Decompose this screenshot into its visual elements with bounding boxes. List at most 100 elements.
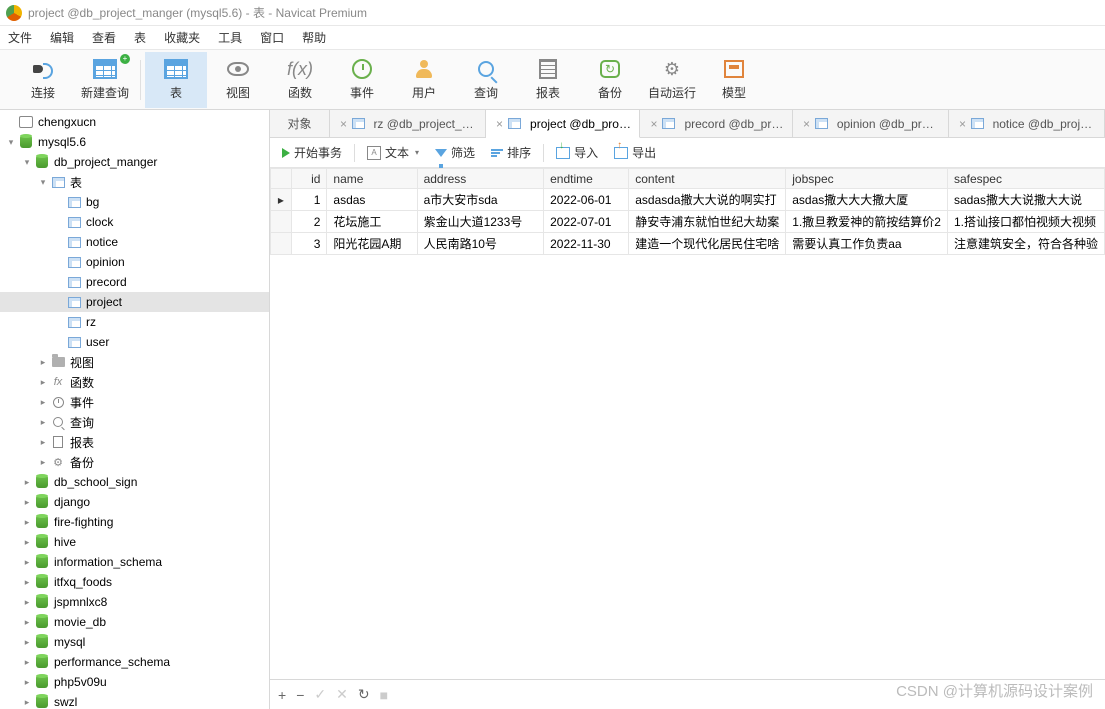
twisty-icon: ▾ xyxy=(4,137,18,148)
menu-help[interactable]: 帮助 xyxy=(302,29,326,46)
database-fire-fighting[interactable]: ▸fire-fighting xyxy=(0,512,269,532)
table-notice[interactable]: notice xyxy=(0,232,269,252)
col-name[interactable]: name xyxy=(327,169,417,189)
close-icon[interactable]: × xyxy=(803,117,810,131)
backup-icon xyxy=(597,58,623,80)
tab-4[interactable]: ×notice @db_project... xyxy=(949,110,1105,137)
table-opinion[interactable]: opinion xyxy=(0,252,269,272)
tool-search[interactable]: 查询 xyxy=(455,52,517,108)
close-icon[interactable]: × xyxy=(496,117,503,131)
close-icon[interactable]: × xyxy=(959,117,966,131)
delete-row-button[interactable]: − xyxy=(296,687,304,703)
cancel-button[interactable]: ✕ xyxy=(336,686,348,703)
text-icon: A xyxy=(367,146,381,160)
col-endtime[interactable]: endtime xyxy=(544,169,629,189)
tbl-plus-icon: + xyxy=(92,58,118,80)
database-performance_schema[interactable]: ▸performance_schema xyxy=(0,652,269,672)
table-clock[interactable]: clock xyxy=(0,212,269,232)
apply-button[interactable]: ✓ xyxy=(314,686,326,703)
person-icon xyxy=(411,58,437,80)
menu-window[interactable]: 窗口 xyxy=(260,29,284,46)
tool-plug[interactable]: 连接 xyxy=(12,52,74,108)
tool-eye[interactable]: 视图 xyxy=(207,52,269,108)
twisty-icon: ▸ xyxy=(20,677,34,688)
window-title: project @db_project_manger (mysql5.6) - … xyxy=(28,4,367,21)
menu-file[interactable]: 文件 xyxy=(8,29,32,46)
col-jobspec[interactable]: jobspec xyxy=(786,169,948,189)
fx-icon: f(x) xyxy=(287,58,313,80)
database-php5v09u[interactable]: ▸php5v09u xyxy=(0,672,269,692)
server-node[interactable]: ▾mysql5.6 xyxy=(0,132,269,152)
table-row[interactable]: 3阳光花园A期人民南路10号2022-11-30建造一个现代化居民住宅啥需要认真… xyxy=(271,233,1105,255)
filter-button[interactable]: 筛选 xyxy=(431,142,479,163)
database-db_school_sign[interactable]: ▸db_school_sign xyxy=(0,472,269,492)
table-bg[interactable]: bg xyxy=(0,192,269,212)
export-button[interactable]: 导出 xyxy=(610,142,660,163)
begin-transaction-button[interactable]: 开始事务 xyxy=(278,142,346,163)
funnel-icon xyxy=(435,149,447,157)
group-folder[interactable]: ▸视图 xyxy=(0,352,269,372)
col-safespec[interactable]: safespec xyxy=(947,169,1104,189)
menu-tools[interactable]: 工具 xyxy=(218,29,242,46)
menu-table[interactable]: 表 xyxy=(134,29,146,46)
tool-report[interactable]: 报表 xyxy=(517,52,579,108)
data-grid[interactable]: idnameaddressendtimecontentjobspecsafesp… xyxy=(270,168,1105,679)
tool-model[interactable]: 模型 xyxy=(703,52,765,108)
menu-edit[interactable]: 编辑 xyxy=(50,29,74,46)
add-row-button[interactable]: + xyxy=(278,687,286,703)
close-icon[interactable]: × xyxy=(340,117,347,131)
group-clock[interactable]: ▸事件 xyxy=(0,392,269,412)
tool-clock[interactable]: 事件 xyxy=(331,52,393,108)
col-id[interactable]: id xyxy=(291,169,327,189)
table-project[interactable]: project xyxy=(0,292,269,312)
stop-button[interactable]: ■ xyxy=(380,687,388,703)
table-row[interactable]: ▸1asdasa市大安市sda2022-06-01asdasda撒大大说的啊实打… xyxy=(271,189,1105,211)
tool-fx[interactable]: f(x)函数 xyxy=(269,52,331,108)
table-user[interactable]: user xyxy=(0,332,269,352)
table-precord[interactable]: precord xyxy=(0,272,269,292)
menu-view[interactable]: 查看 xyxy=(92,29,116,46)
database-movie_db[interactable]: ▸movie_db xyxy=(0,612,269,632)
group-fx[interactable]: ▸fx函数 xyxy=(0,372,269,392)
tab-objects[interactable]: 对象 xyxy=(270,110,330,137)
database-swzl[interactable]: ▸swzl xyxy=(0,692,269,709)
twisty-icon: ▸ xyxy=(20,557,34,568)
group-gear[interactable]: ▸⚙备份 xyxy=(0,452,269,472)
tool-auto[interactable]: ⚙自动运行 xyxy=(641,52,703,108)
twisty-icon: ▾ xyxy=(36,177,50,188)
refresh-button[interactable]: ↻ xyxy=(358,686,370,703)
connection-node[interactable]: chengxucn xyxy=(0,112,269,132)
database-itfxq_foods[interactable]: ▸itfxq_foods xyxy=(0,572,269,592)
tab-0[interactable]: ×rz @db_project_ma... xyxy=(330,110,486,137)
tool-tbl-plus[interactable]: +新建查询 xyxy=(74,52,136,108)
plug-icon xyxy=(30,58,56,80)
tables-group[interactable]: ▾表 xyxy=(0,172,269,192)
tab-1[interactable]: ×project @db_proje... xyxy=(486,110,640,138)
twisty-icon: ▸ xyxy=(20,517,34,528)
col-content[interactable]: content xyxy=(629,169,786,189)
table-row[interactable]: 2花坛施工紫金山大道1233号2022-07-01静安寺浦东就怕世纪大劫案1.撒… xyxy=(271,211,1105,233)
tool-person[interactable]: 用户 xyxy=(393,52,455,108)
database-django[interactable]: ▸django xyxy=(0,492,269,512)
text-view-button[interactable]: A文本▾ xyxy=(363,142,423,163)
table-rz[interactable]: rz xyxy=(0,312,269,332)
close-icon[interactable]: × xyxy=(650,117,657,131)
tab-3[interactable]: ×opinion @db_proje... xyxy=(793,110,949,137)
tool-big-tbl[interactable]: 表 xyxy=(145,52,207,108)
database-mysql[interactable]: ▸mysql xyxy=(0,632,269,652)
import-icon xyxy=(556,147,570,159)
database-node[interactable]: ▾db_project_manger xyxy=(0,152,269,172)
database-hive[interactable]: ▸hive xyxy=(0,532,269,552)
tool-backup[interactable]: 备份 xyxy=(579,52,641,108)
database-jspmnlxc8[interactable]: ▸jspmnlxc8 xyxy=(0,592,269,612)
sort-button[interactable]: 排序 xyxy=(487,142,535,163)
menu-favorites[interactable]: 收藏夹 xyxy=(164,29,200,46)
group-doc[interactable]: ▸报表 xyxy=(0,432,269,452)
connection-tree[interactable]: chengxucn▾mysql5.6▾db_project_manger▾表bg… xyxy=(0,110,270,709)
import-button[interactable]: 导入 xyxy=(552,142,602,163)
col-address[interactable]: address xyxy=(417,169,544,189)
model-icon xyxy=(721,58,747,80)
tab-2[interactable]: ×precord @db_proj... xyxy=(640,110,793,137)
database-information_schema[interactable]: ▸information_schema xyxy=(0,552,269,572)
group-search[interactable]: ▸查询 xyxy=(0,412,269,432)
